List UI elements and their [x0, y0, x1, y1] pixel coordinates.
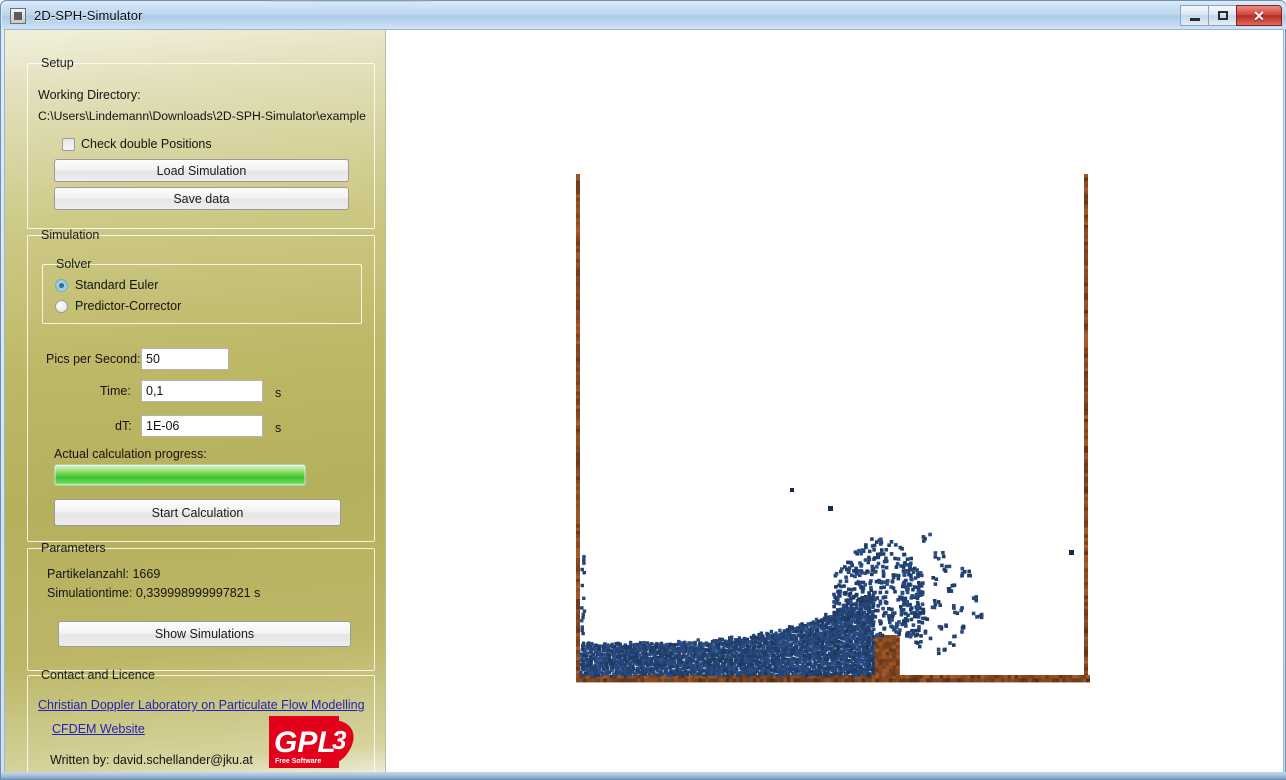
svg-text:Free Software: Free Software [275, 758, 321, 765]
gpl3-logo: GPL Free Software 3 [269, 716, 354, 768]
simulation-viewport[interactable] [386, 30, 1283, 772]
load-simulation-button[interactable]: Load Simulation [54, 159, 349, 182]
radio-standard-euler[interactable] [55, 278, 68, 292]
radio-standard-euler-label: Standard Euler [75, 278, 159, 292]
start-calculation-button[interactable]: Start Calculation [54, 499, 341, 526]
working-directory-value: C:\Users\Lindemann\Downloads\2D-SPH-Simu… [38, 109, 366, 123]
save-data-button[interactable]: Save data [54, 187, 349, 210]
dt-label: dT: [115, 419, 132, 433]
window-controls: ✕ [1180, 5, 1282, 27]
link-cd-laboratory[interactable]: Christian Doppler Laboratory on Particul… [38, 698, 365, 712]
svg-text:3: 3 [332, 725, 347, 755]
solver-group-title: Solver [56, 257, 92, 271]
contact-group-title: Contact and Licence [41, 668, 155, 682]
progress-label: Actual calculation progress: [54, 447, 207, 461]
written-by-text: Written by: david.schellander@jku.at [50, 753, 253, 767]
dt-unit-label: s [275, 421, 282, 435]
show-simulations-button[interactable]: Show Simulations [58, 621, 351, 647]
application-window: 2D-SPH-Simulator ✕ Setup Working Directo… [0, 0, 1286, 780]
simulation-group-title: Simulation [41, 228, 100, 242]
close-icon: ✕ [1253, 7, 1265, 24]
solver-group: Solver Standard Euler Predictor-Correcto… [42, 257, 362, 324]
minimize-button[interactable] [1180, 5, 1209, 26]
application-icon [10, 7, 26, 24]
sph-simulation-canvas[interactable] [572, 168, 1092, 691]
close-button[interactable]: ✕ [1236, 5, 1282, 26]
link-cfdem-website[interactable]: CFDEM Website [52, 722, 145, 736]
radio-predictor-corrector-label: Predictor-Corrector [75, 299, 182, 313]
parameters-group: Parameters Partikelanzahl: 1669 Simulati… [27, 541, 375, 671]
time-unit-label: s [275, 386, 282, 400]
time-input[interactable] [141, 380, 263, 402]
control-panel: Setup Working Directory: C:\Users\Lindem… [5, 30, 386, 772]
maximize-icon [1217, 11, 1228, 20]
time-label: Time: [100, 384, 131, 398]
check-double-positions-row[interactable]: Check double Positions [62, 137, 212, 151]
solver-option-standard-euler[interactable]: Standard Euler [55, 278, 158, 292]
calculation-progress-bar [54, 464, 306, 486]
solver-option-predictor-corrector[interactable]: Predictor-Corrector [55, 299, 181, 313]
window-bottom-edge [1, 772, 1286, 779]
minimize-icon [1189, 17, 1200, 21]
pics-per-second-label: Pics per Second: [46, 352, 141, 366]
particle-count-text: Partikelanzahl: 1669 [47, 567, 161, 581]
parameters-group-title: Parameters [41, 541, 106, 555]
simulation-time-text: Simulationtime: 0,339998999997821 s [47, 586, 261, 600]
pics-per-second-input[interactable] [141, 348, 229, 370]
title-bar: 2D-SPH-Simulator ✕ [2, 2, 1286, 29]
calculation-progress-fill [55, 465, 305, 485]
setup-group-title: Setup [41, 56, 74, 70]
svg-text:GPL: GPL [274, 726, 336, 759]
radio-predictor-corrector[interactable] [55, 299, 68, 313]
client-area: Setup Working Directory: C:\Users\Lindem… [4, 29, 1284, 773]
maximize-button[interactable] [1208, 5, 1237, 26]
dt-input[interactable] [141, 415, 263, 437]
check-double-positions-label: Check double Positions [81, 137, 212, 151]
check-double-positions-checkbox[interactable] [62, 137, 75, 151]
working-directory-label: Working Directory: [38, 88, 141, 102]
window-title: 2D-SPH-Simulator [34, 8, 143, 23]
